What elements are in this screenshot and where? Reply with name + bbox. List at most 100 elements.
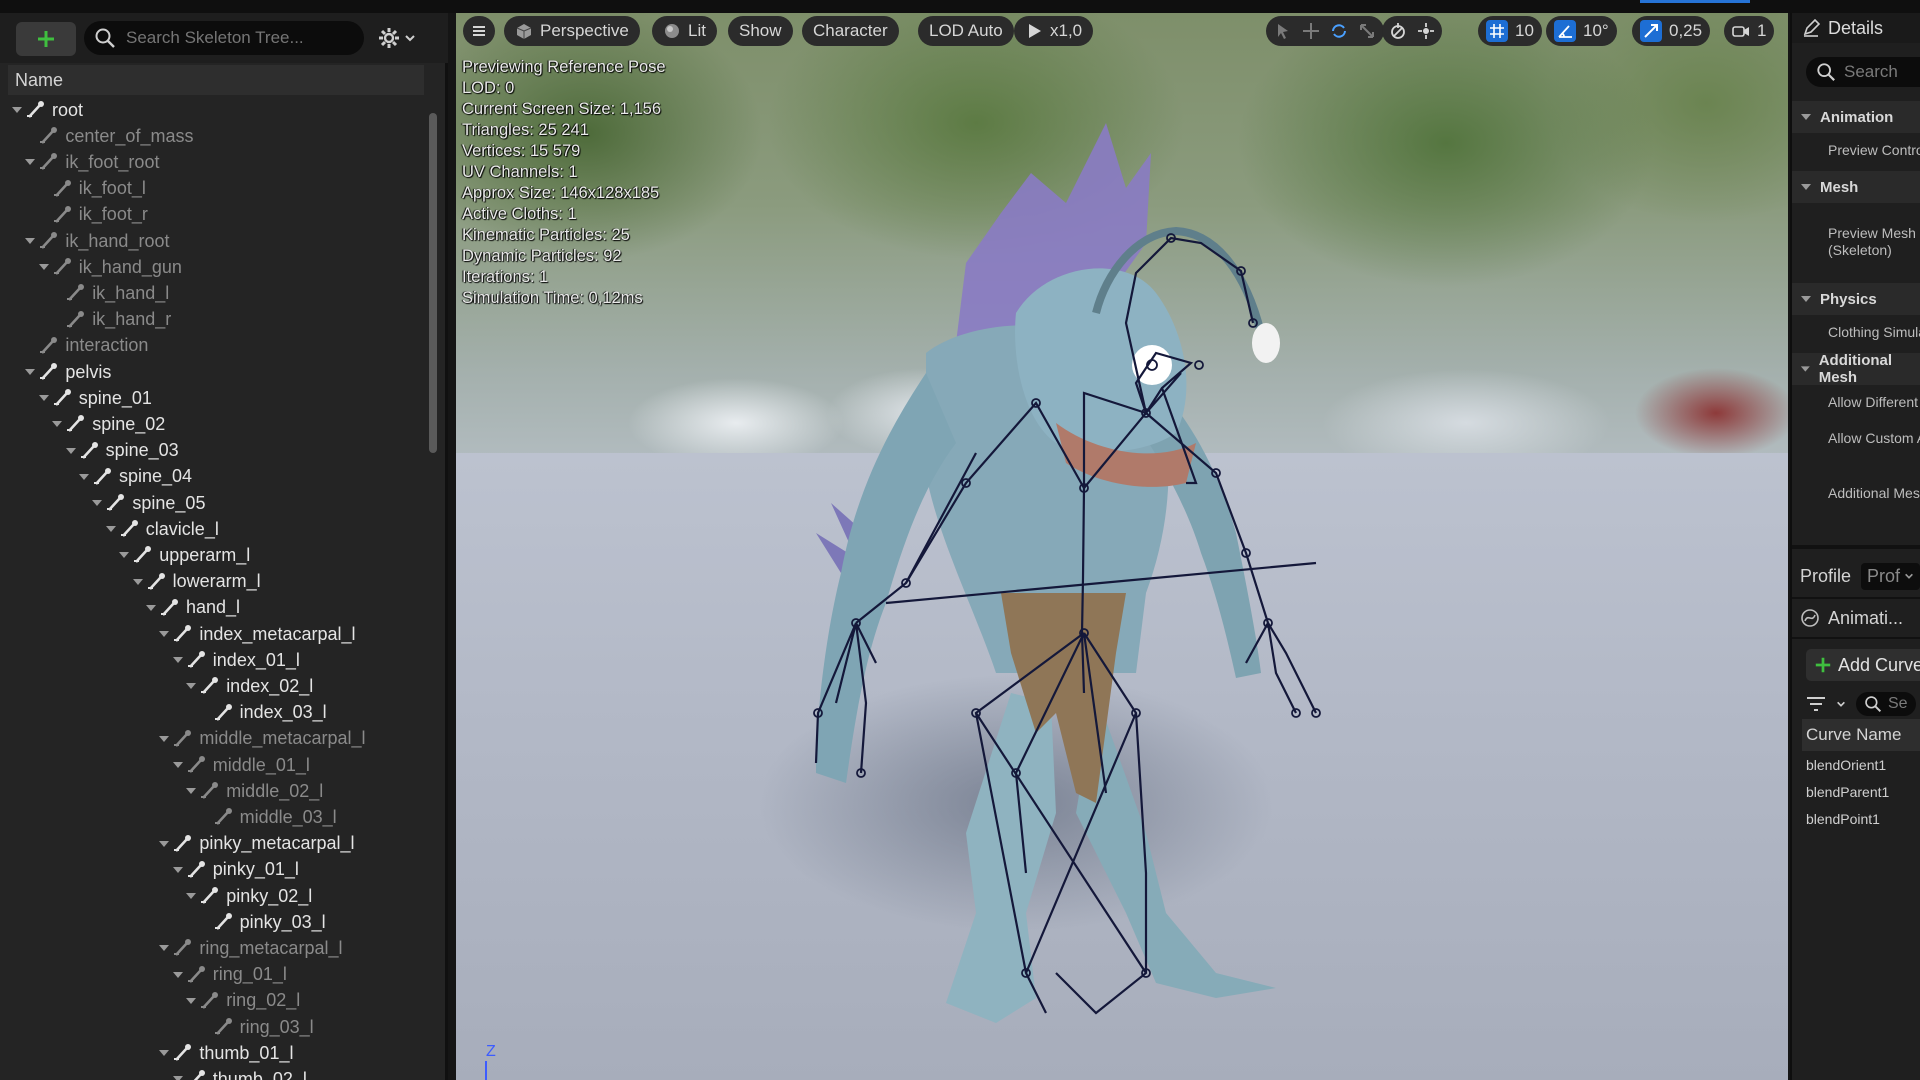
bone-row[interactable]: ik_hand_r: [8, 307, 424, 333]
bone-row[interactable]: ik_hand_gun: [8, 254, 424, 280]
expand-arrow-icon[interactable]: [157, 726, 171, 752]
bone-row[interactable]: clavicle_l: [8, 516, 424, 542]
bone-row[interactable]: ik_foot_l: [8, 176, 424, 202]
prop-allow-different[interactable]: Allow Different: [1828, 394, 1920, 411]
profile-dropdown[interactable]: Prof: [1861, 562, 1920, 590]
world-space-icon[interactable]: [1389, 22, 1407, 40]
bone-row[interactable]: middle_01_l: [8, 752, 424, 778]
expand-arrow-icon[interactable]: [171, 647, 185, 673]
bone-row[interactable]: spine_04: [8, 464, 424, 490]
expand-arrow-icon[interactable]: [157, 1040, 171, 1066]
bone-row[interactable]: ik_foot_r: [8, 202, 424, 228]
lit-button[interactable]: Lit: [652, 16, 717, 46]
bone-row[interactable]: pinky_02_l: [8, 883, 424, 909]
scale-icon[interactable]: [1358, 22, 1376, 40]
expand-arrow-icon[interactable]: [157, 621, 171, 647]
scale-snap-button[interactable]: 0,25: [1632, 16, 1711, 46]
expand-arrow-icon[interactable]: [64, 438, 78, 464]
bone-row[interactable]: root: [8, 97, 424, 123]
prop-preview-mesh[interactable]: Preview Mesh (Skeleton): [1828, 225, 1920, 259]
expand-arrow-icon[interactable]: [184, 673, 198, 699]
bone-row[interactable]: ring_03_l: [8, 1014, 424, 1040]
bone-row[interactable]: ik_hand_l: [8, 280, 424, 306]
bone-row[interactable]: spine_05: [8, 490, 424, 516]
prop-preview-controller[interactable]: Preview Contro: [1828, 142, 1920, 159]
expand-arrow-icon[interactable]: [10, 97, 24, 123]
section-animation[interactable]: Animation: [1792, 101, 1920, 133]
expand-arrow-icon[interactable]: [23, 359, 37, 385]
bone-row[interactable]: index_metacarpal_l: [8, 621, 424, 647]
bone-row[interactable]: ring_01_l: [8, 962, 424, 988]
add-curve-button[interactable]: Add Curve: [1806, 649, 1920, 681]
curve-item[interactable]: blendParent1: [1806, 784, 1920, 800]
bone-row[interactable]: hand_l: [8, 595, 424, 621]
perspective-button[interactable]: Perspective: [504, 16, 640, 46]
bone-row[interactable]: middle_metacarpal_l: [8, 726, 424, 752]
bone-row[interactable]: spine_02: [8, 411, 424, 437]
prop-additional-meshes[interactable]: Additional Mesh: [1828, 485, 1920, 502]
add-button[interactable]: [16, 22, 76, 56]
rotation-snap-button[interactable]: 10°: [1546, 16, 1617, 46]
bone-row[interactable]: ik_hand_root: [8, 228, 424, 254]
expand-arrow-icon[interactable]: [23, 228, 37, 254]
expand-arrow-icon[interactable]: [90, 490, 104, 516]
bone-row[interactable]: index_02_l: [8, 673, 424, 699]
bone-row[interactable]: upperarm_l: [8, 542, 424, 568]
curve-name-header[interactable]: Curve Name: [1802, 719, 1920, 751]
character-button[interactable]: Character: [802, 16, 899, 46]
viewport-menu-button[interactable]: [463, 16, 495, 46]
filter-icon[interactable]: [1806, 695, 1826, 713]
section-additional-meshes[interactable]: Additional Mesh: [1792, 352, 1920, 386]
bone-row[interactable]: ring_metacarpal_l: [8, 935, 424, 961]
lod-button[interactable]: LOD Auto: [918, 16, 1014, 46]
bone-row[interactable]: thumb_01_l: [8, 1040, 424, 1066]
settings-button[interactable]: [378, 23, 428, 53]
bone-row[interactable]: pelvis: [8, 359, 424, 385]
bone-row[interactable]: thumb_02_l: [8, 1066, 424, 1080]
bone-row[interactable]: pinky_metacarpal_l: [8, 831, 424, 857]
expand-arrow-icon[interactable]: [144, 595, 158, 621]
section-physics[interactable]: Physics: [1792, 283, 1920, 315]
translate-icon[interactable]: [1302, 22, 1320, 40]
show-button[interactable]: Show: [728, 16, 793, 46]
prop-allow-custom[interactable]: Allow Custom A: [1828, 430, 1920, 447]
bone-row[interactable]: center_of_mass: [8, 123, 424, 149]
chevron-down-icon[interactable]: [1836, 699, 1846, 709]
grid-snap-button[interactable]: 10: [1478, 16, 1542, 46]
expand-arrow-icon[interactable]: [171, 1066, 185, 1080]
prop-clothing-simulation[interactable]: Clothing Simula: [1828, 324, 1920, 341]
curve-item[interactable]: blendPoint1: [1806, 811, 1920, 827]
bone-row[interactable]: spine_01: [8, 385, 424, 411]
expand-arrow-icon[interactable]: [104, 516, 118, 542]
details-search[interactable]: Search: [1806, 57, 1920, 87]
bone-row[interactable]: middle_02_l: [8, 778, 424, 804]
bone-row[interactable]: index_03_l: [8, 700, 424, 726]
animation-curves-tab[interactable]: Animati...: [1792, 597, 1920, 639]
details-tab[interactable]: Details: [1792, 13, 1920, 43]
expand-arrow-icon[interactable]: [184, 988, 198, 1014]
expand-arrow-icon[interactable]: [171, 962, 185, 988]
expand-arrow-icon[interactable]: [37, 254, 51, 280]
rotate-icon[interactable]: [1330, 22, 1348, 40]
bone-row[interactable]: lowerarm_l: [8, 569, 424, 595]
camera-speed-button[interactable]: 1: [1724, 16, 1775, 46]
bone-row[interactable]: middle_03_l: [8, 804, 424, 830]
curve-search[interactable]: Se: [1856, 692, 1916, 716]
expand-arrow-icon[interactable]: [184, 883, 198, 909]
playback-speed-button[interactable]: x1,0: [1014, 16, 1094, 46]
expand-arrow-icon[interactable]: [157, 935, 171, 961]
select-icon[interactable]: [1274, 22, 1292, 40]
bone-row[interactable]: index_01_l: [8, 647, 424, 673]
bone-row[interactable]: pinky_01_l: [8, 857, 424, 883]
skeleton-search-box[interactable]: [84, 21, 364, 55]
name-column-header[interactable]: Name: [8, 65, 424, 95]
expand-arrow-icon[interactable]: [117, 542, 131, 568]
bone-row[interactable]: pinky_03_l: [8, 909, 424, 935]
expand-arrow-icon[interactable]: [77, 464, 91, 490]
expand-arrow-icon[interactable]: [50, 411, 64, 437]
expand-arrow-icon[interactable]: [171, 857, 185, 883]
viewport[interactable]: Perspective Lit Show Character LOD Auto …: [456, 13, 1788, 1080]
bone-row[interactable]: interaction: [8, 333, 424, 359]
bone-row[interactable]: ik_foot_root: [8, 149, 424, 175]
bone-row[interactable]: ring_02_l: [8, 988, 424, 1014]
